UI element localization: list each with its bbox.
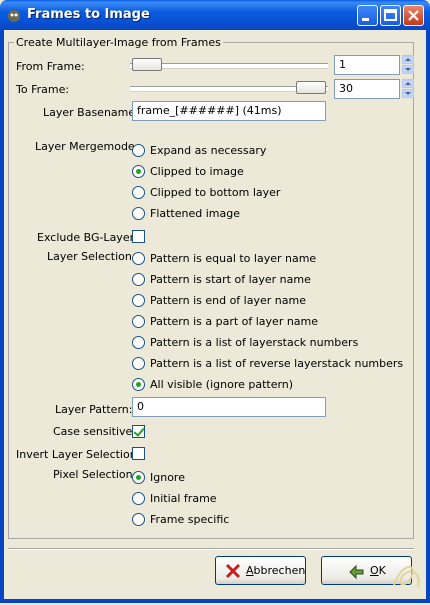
layer-selection-radio-4[interactable]: [132, 336, 145, 349]
cancel-button[interactable]: Abbrechen: [215, 556, 306, 585]
layer-selection-option-label[interactable]: All visible (ignore pattern): [150, 378, 293, 391]
frame-title: Create Multilayer-Image from Frames: [14, 36, 223, 49]
decorative-emblem-icon: [388, 557, 424, 597]
close-icon: [408, 10, 419, 21]
spin-down-icon[interactable]: [402, 65, 414, 74]
spin-down-icon[interactable]: [402, 89, 414, 98]
from-frame-slider[interactable]: [130, 56, 328, 72]
from-frame-label: From Frame:: [16, 60, 85, 73]
layer-pattern-input[interactable]: 0: [132, 397, 326, 417]
case-sensitive-label: Case sensitive:: [53, 425, 137, 438]
pixel-selection-option-label[interactable]: Initial frame: [150, 492, 217, 505]
pixel-selection-label: Pixel Selection:: [53, 468, 137, 481]
cancel-x-icon: [225, 563, 241, 579]
window-title: Frames to Image: [27, 7, 150, 22]
layer-selection-option-label[interactable]: Pattern is a part of layer name: [150, 315, 318, 328]
layer-selection-option-label[interactable]: Pattern is start of layer name: [150, 273, 311, 286]
maximize-button[interactable]: [380, 5, 401, 26]
mergemode-option-label[interactable]: Clipped to image: [150, 165, 244, 178]
exclude-bg-checkbox[interactable]: [132, 230, 145, 243]
from-frame-spin[interactable]: [402, 55, 414, 75]
layer-mergemode-label: Layer Mergemode:: [35, 140, 139, 153]
ok-button-label: OK: [370, 564, 386, 577]
layer-selection-radio-0[interactable]: [132, 252, 145, 265]
to-frame-slider[interactable]: [130, 79, 328, 95]
layer-selection-radio-3[interactable]: [132, 315, 145, 328]
gimp-app-icon: [8, 10, 20, 22]
close-button[interactable]: [403, 5, 424, 26]
cancel-button-label: Abbrechen: [246, 564, 306, 577]
layer-basename-label: Layer Basename:: [43, 106, 139, 119]
mergemode-radio-3[interactable]: [132, 207, 145, 220]
pixel-selection-option-label[interactable]: Ignore: [150, 471, 185, 484]
to-frame-spin[interactable]: [402, 79, 414, 99]
exclude-bg-label: Exclude BG-Layer:: [37, 231, 138, 244]
title-bar[interactable]: Frames to Image: [0, 0, 430, 30]
maximize-icon: [384, 9, 397, 21]
pixel-selection-radio-2[interactable]: [132, 513, 145, 526]
layer-selection-radio-5[interactable]: [132, 357, 145, 370]
layer-basename-input[interactable]: frame_[######] (41ms): [132, 101, 326, 121]
minimize-icon: [362, 18, 369, 21]
separator: [8, 548, 414, 550]
layer-selection-radio-2[interactable]: [132, 294, 145, 307]
mergemode-option-label[interactable]: Clipped to bottom layer: [150, 186, 280, 199]
to-frame-slider-thumb[interactable]: [296, 81, 326, 94]
pixel-selection-radio-1[interactable]: [132, 492, 145, 505]
layer-selection-option-label[interactable]: Pattern is equal to layer name: [150, 252, 316, 265]
case-sensitive-checkbox[interactable]: [132, 425, 145, 438]
minimize-button[interactable]: [357, 5, 378, 26]
ok-arrow-icon: [349, 564, 364, 580]
to-frame-label: To Frame:: [16, 83, 70, 96]
spin-up-icon[interactable]: [402, 55, 414, 64]
mergemode-radio-0[interactable]: [132, 144, 145, 157]
layer-selection-option-label[interactable]: Pattern is a list of layerstack numbers: [150, 336, 358, 349]
from-frame-slider-thumb[interactable]: [132, 58, 162, 71]
layer-selection-label: Layer Selection:: [47, 250, 136, 263]
layer-selection-radio-1[interactable]: [132, 273, 145, 286]
mergemode-radio-1[interactable]: [132, 165, 145, 178]
invert-selection-checkbox[interactable]: [132, 447, 145, 460]
from-frame-input[interactable]: 1: [334, 55, 400, 75]
invert-selection-label: Invert Layer Selection:: [16, 448, 141, 461]
mergemode-radio-2[interactable]: [132, 186, 145, 199]
mergemode-option-label[interactable]: Expand as necessary: [150, 144, 266, 157]
spin-up-icon[interactable]: [402, 79, 414, 88]
pixel-selection-option-label[interactable]: Frame specific: [150, 513, 229, 526]
to-frame-input[interactable]: 30: [334, 79, 400, 99]
mergemode-option-label[interactable]: Flattened image: [150, 207, 240, 220]
layer-selection-option-label[interactable]: Pattern is a list of reverse layerstack …: [150, 357, 403, 370]
layer-pattern-label: Layer Pattern:: [55, 403, 133, 416]
layer-selection-option-label[interactable]: Pattern is end of layer name: [150, 294, 306, 307]
layer-selection-radio-6[interactable]: [132, 378, 145, 391]
pixel-selection-radio-0[interactable]: [132, 471, 145, 484]
